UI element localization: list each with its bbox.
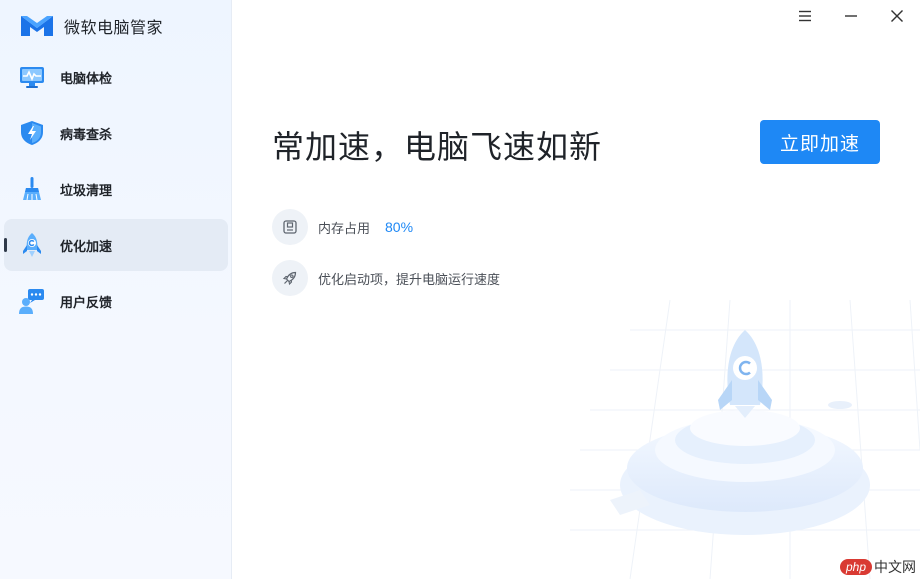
- sidebar-item-virus-scan[interactable]: 病毒查杀: [4, 107, 228, 159]
- user-chat-icon: [18, 287, 46, 315]
- shield-lightning-icon: [18, 119, 46, 147]
- sidebar-item-label: 用户反馈: [60, 294, 113, 310]
- sidebar: 微软电脑管家 电脑体检 病毒查杀 垃圾清理 优化加速 用户反馈: [0, 0, 232, 579]
- sidebar-item-label: 优化加速: [60, 238, 113, 254]
- watermark-text: 中文网: [874, 559, 916, 575]
- sidebar-item-label: 病毒查杀: [60, 126, 113, 142]
- sidebar-item-label: 电脑体检: [60, 70, 113, 86]
- memory-usage-value: 80%: [385, 219, 414, 235]
- app-title: 微软电脑管家: [64, 20, 164, 37]
- minimize-button[interactable]: [828, 0, 874, 32]
- memory-usage-label: 内存占用: [318, 220, 371, 236]
- watermark-logo: php: [839, 559, 872, 575]
- menu-button[interactable]: [782, 0, 828, 32]
- startup-optimize-row: 优化启动项，提升电脑运行速度: [272, 260, 500, 296]
- rocket-outline-icon: [272, 260, 308, 296]
- app-logo-icon: [21, 16, 53, 36]
- menu-icon: [799, 10, 811, 22]
- rocket-launch-illustration: [570, 300, 920, 579]
- accelerate-now-button[interactable]: 立即加速: [760, 120, 880, 164]
- sidebar-item-label: 垃圾清理: [60, 182, 113, 198]
- sidebar-item-feedback[interactable]: 用户反馈: [4, 275, 228, 327]
- broom-icon: [18, 175, 46, 203]
- memory-chip-icon: [272, 209, 308, 245]
- minimize-icon: [845, 15, 857, 17]
- sidebar-item-health-check[interactable]: 电脑体检: [4, 51, 228, 103]
- close-icon: [891, 10, 903, 22]
- page-title: 常加速，电脑飞速如新: [272, 129, 603, 165]
- window-controls: [782, 0, 920, 32]
- rocket-icon: [18, 231, 46, 259]
- sidebar-item-junk-cleanup[interactable]: 垃圾清理: [4, 163, 228, 215]
- sidebar-nav: 电脑体检 病毒查杀 垃圾清理 优化加速 用户反馈: [4, 51, 228, 331]
- memory-usage-row: 内存占用 80%: [272, 209, 413, 245]
- app-brand: 微软电脑管家: [20, 13, 163, 39]
- sidebar-item-optimize[interactable]: 优化加速: [4, 219, 228, 271]
- monitor-pulse-icon: [18, 63, 46, 91]
- close-button[interactable]: [874, 0, 920, 32]
- startup-optimize-label: 优化启动项，提升电脑运行速度: [318, 271, 501, 287]
- watermark: php 中文网: [839, 557, 916, 577]
